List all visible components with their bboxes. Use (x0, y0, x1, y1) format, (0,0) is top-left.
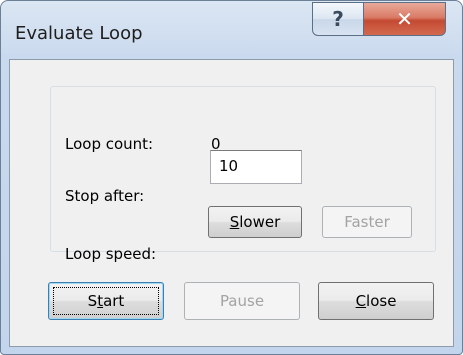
help-button[interactable]: ? (312, 2, 364, 36)
faster-button-label: Faster (344, 213, 390, 231)
evaluate-loop-dialog: Evaluate Loop ? ✕ Loop count: 0 Stop aft… (0, 0, 463, 355)
close-button-label: Close (355, 292, 397, 310)
caption-buttons: ? ✕ (312, 2, 446, 36)
close-button[interactable]: Close (318, 282, 434, 320)
title-bar[interactable]: Evaluate Loop ? ✕ (1, 1, 462, 59)
loop-count-label: Loop count: (65, 135, 154, 153)
window-title: Evaluate Loop (15, 23, 143, 44)
slower-button-label: Slower (229, 213, 281, 231)
help-icon: ? (332, 7, 344, 31)
faster-button[interactable]: Faster (322, 206, 412, 238)
start-button-label: Start (87, 292, 125, 310)
slower-button[interactable]: Slower (208, 206, 302, 238)
pause-button-label: Pause (219, 292, 265, 310)
stop-after-input[interactable]: 10 (210, 150, 302, 184)
pause-button[interactable]: Pause (184, 282, 300, 320)
close-icon: ✕ (396, 7, 413, 31)
dialog-client-area: Loop count: 0 Stop after: Loop speed: 10… (9, 59, 454, 347)
stop-after-label: Stop after: (65, 187, 145, 205)
loop-speed-label: Loop speed: (65, 245, 157, 263)
window-close-button[interactable]: ✕ (364, 2, 446, 36)
start-button[interactable]: Start (48, 282, 164, 320)
